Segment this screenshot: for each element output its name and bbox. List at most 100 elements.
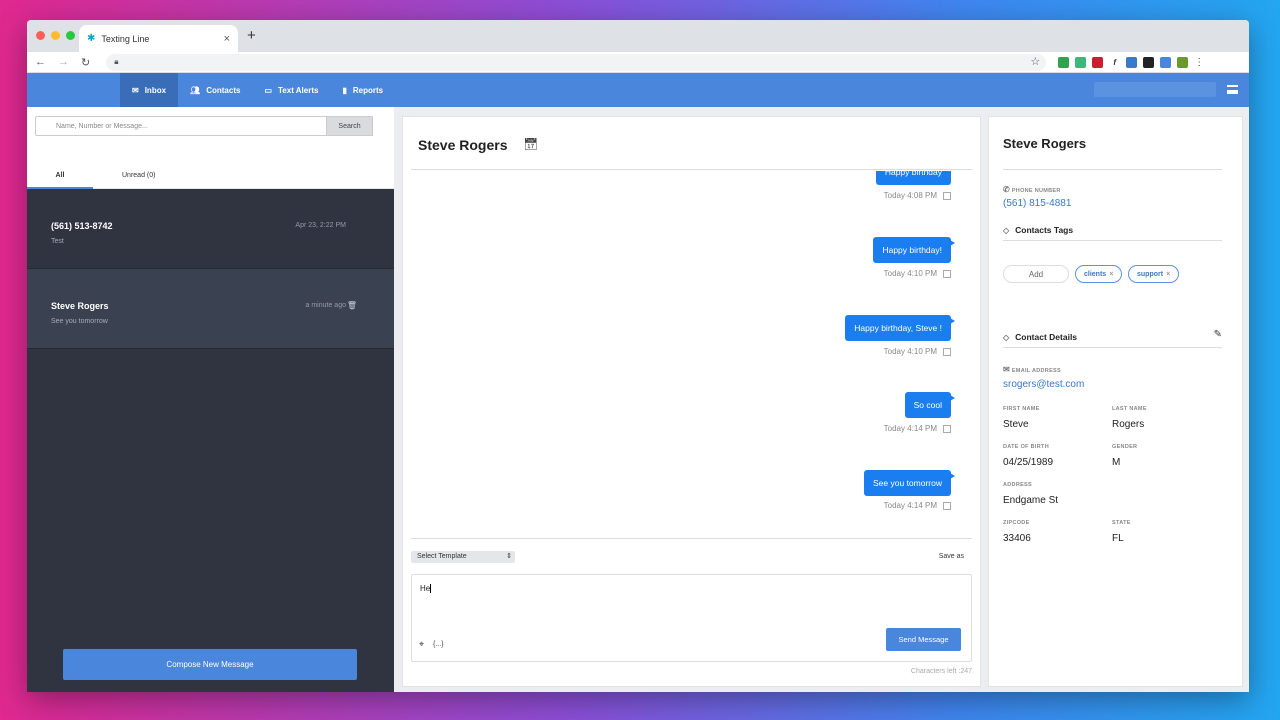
remove-tag-icon[interactable]: ×: [1109, 271, 1113, 278]
phone-label: ✆ PHONE NUMBER: [1003, 185, 1061, 194]
back-icon[interactable]: ←: [35, 56, 46, 68]
nav-contacts-label: Contacts: [206, 85, 241, 95]
bookmark-star-icon[interactable]: ☆: [1030, 55, 1040, 68]
conversation-date: Apr 23, 2:22 PM: [295, 222, 346, 229]
time-label: Today 4:14 PM: [883, 424, 937, 433]
details-heading-text: Contact Details: [1015, 332, 1078, 342]
contact-card: Steve Rogers ✆ PHONE NUMBER (561) 815-48…: [988, 116, 1243, 687]
delivered-icon: [943, 191, 951, 200]
extension-icon[interactable]: [1160, 56, 1172, 68]
nav-contacts[interactable]: 👥︎ Contacts: [178, 73, 252, 107]
gender-value: M: [1112, 457, 1121, 468]
divider: [1003, 169, 1222, 170]
phone-label-text: PHONE NUMBER: [1011, 188, 1061, 194]
email-value[interactable]: srogers@test.com: [1003, 379, 1084, 390]
close-tab-icon[interactable]: ×: [224, 33, 230, 45]
message-list[interactable]: Happy birthday Today 4:08 PM Happy birth…: [411, 171, 972, 538]
search-input[interactable]: Name, Number or Message...: [35, 116, 327, 136]
extension-icon[interactable]: [1177, 56, 1189, 68]
extension-icon[interactable]: [1126, 56, 1138, 68]
message-bubble: So cool: [904, 392, 956, 418]
nav-inbox-label: Inbox: [144, 85, 167, 95]
browser-tab[interactable]: ✱ Texting Line ×: [79, 25, 238, 52]
lock-icon: 🔒︎: [114, 57, 119, 66]
conversation-preview: See you tomorrow: [51, 318, 108, 325]
extension-icon[interactable]: [1143, 56, 1155, 68]
remove-tag-icon[interactable]: ×: [1166, 271, 1170, 278]
list-item[interactable]: (561) 513-8742 Test Apr 23, 2:22 PM: [27, 189, 394, 269]
tab-title: Texting Line: [101, 33, 150, 44]
message-time: Today 4:10 PM: [884, 269, 951, 278]
time-label: Today 4:14 PM: [883, 501, 937, 510]
first-name-value: Steve: [1003, 419, 1029, 430]
users-icon: 👥︎: [190, 85, 201, 95]
conversation-name: (561) 513-8742: [51, 221, 113, 231]
divider: [1003, 347, 1222, 348]
location-pin-icon[interactable]: ⌖: [419, 639, 424, 650]
sidebar-search-area: Name, Number or Message... Search All Un…: [27, 107, 394, 189]
email-label: ✉ EMAIL ADDRESS: [1003, 365, 1061, 374]
phone-icon: ✆: [1003, 185, 1011, 194]
divider: [1003, 240, 1222, 241]
extension-icon[interactable]: f: [1109, 57, 1120, 68]
add-tag-input[interactable]: Add: [1003, 265, 1069, 283]
inbox-icon: ✉: [132, 85, 139, 95]
nav-reports[interactable]: ▮ Reports: [330, 73, 395, 107]
chat-panel: Steve Rogers 📅︎ Happy birthday Today 4:0…: [394, 107, 983, 692]
variables-button[interactable]: {...}: [433, 641, 444, 648]
save-as-button[interactable]: Save as: [939, 553, 964, 560]
template-select[interactable]: Select Template: [411, 551, 515, 563]
nav-inbox[interactable]: ✉ Inbox: [120, 73, 179, 107]
message-input[interactable]: He ⌖ {...} Send Message: [411, 574, 972, 662]
edit-icon[interactable]: ✎: [1214, 329, 1222, 340]
tag-icon: ◇: [1003, 225, 1010, 235]
state-label: STATE: [1112, 520, 1131, 526]
trash-icon[interactable]: 🗑︎: [347, 301, 357, 310]
delivered-icon: [943, 424, 951, 433]
chat-title: Steve Rogers: [418, 137, 508, 153]
last-name-label: LAST NAME: [1112, 406, 1147, 412]
bar-chart-icon: ▮: [342, 85, 347, 95]
tab-unread[interactable]: Unread (0): [122, 172, 155, 179]
address-label: ADDRESS: [1003, 482, 1032, 488]
window-controls: [36, 31, 75, 40]
state-value: FL: [1112, 533, 1124, 544]
list-item[interactable]: Steve Rogers See you tomorrow a minute a…: [27, 269, 394, 349]
extension-icon[interactable]: [1092, 56, 1104, 68]
nav-text-alerts[interactable]: ▭ Text Alerts: [252, 73, 330, 107]
tag-chip[interactable]: clients ×: [1075, 265, 1123, 283]
hamburger-menu-icon[interactable]: [1227, 85, 1238, 94]
tags-heading: ◇ Contacts Tags: [1003, 225, 1073, 235]
delivered-icon: [943, 269, 951, 278]
tab-all[interactable]: All: [27, 172, 93, 189]
tag-icon: ◇: [1003, 332, 1010, 342]
nav-search-field[interactable]: [1094, 82, 1216, 97]
more-menu-icon[interactable]: ⋮: [1194, 57, 1204, 68]
new-tab-button[interactable]: +: [247, 27, 256, 44]
send-message-button[interactable]: Send Message: [886, 628, 961, 651]
divider: [411, 169, 972, 170]
minimize-window-button[interactable]: [51, 31, 60, 40]
calendar-icon[interactable]: 📅︎: [523, 137, 538, 151]
message-time: Today 4:08 PM: [884, 191, 951, 200]
url-field[interactable]: 🔒︎ ☆: [106, 53, 1047, 71]
text-cursor: [430, 584, 432, 594]
conversation-tabs: All Unread (0): [27, 164, 394, 189]
maximize-window-button[interactable]: [66, 31, 75, 40]
close-window-button[interactable]: [36, 31, 45, 40]
nav-reports-label: Reports: [352, 85, 384, 95]
extension-icon[interactable]: [1058, 56, 1070, 68]
delivered-icon: [943, 501, 951, 510]
compose-new-message-button[interactable]: Compose New Message: [63, 649, 357, 680]
contact-panel: Steve Rogers ✆ PHONE NUMBER (561) 815-48…: [983, 107, 1249, 692]
phone-number[interactable]: (561) 815-4881: [1003, 198, 1071, 209]
forward-icon[interactable]: →: [58, 56, 69, 68]
reload-icon[interactable]: ↻: [81, 56, 90, 69]
address-bar-row: ← → ↻ 🔒︎ ☆ f ⋮: [27, 52, 1249, 73]
search-button[interactable]: Search: [326, 116, 373, 136]
time-label: Today 4:10 PM: [883, 347, 937, 356]
message-bubble: See you tomorrow: [864, 470, 955, 496]
tag-chip[interactable]: support ×: [1128, 265, 1180, 283]
extension-icon[interactable]: [1075, 56, 1087, 68]
dob-label: DATE OF BIRTH: [1003, 444, 1049, 450]
